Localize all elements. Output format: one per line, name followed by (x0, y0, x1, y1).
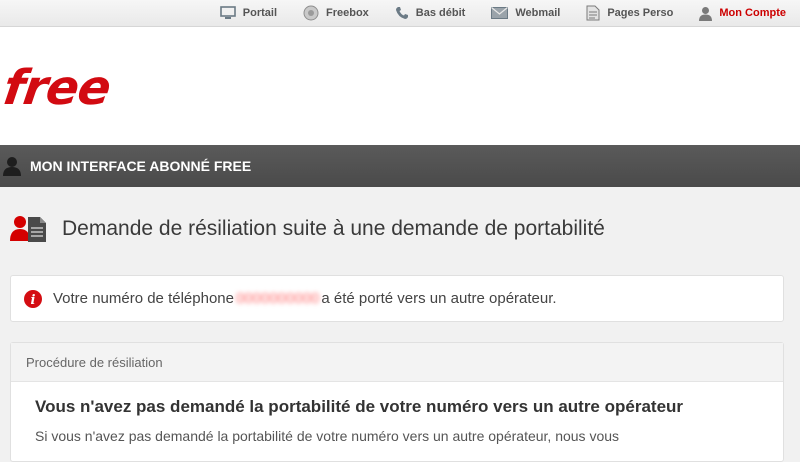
freebox-icon (303, 5, 319, 21)
nav-label-bas-debit: Bas débit (415, 7, 466, 19)
redacted-phone-number: 0000000000 (235, 290, 320, 307)
nav-label-portail: Portail (242, 7, 277, 19)
nav-label-webmail: Webmail (515, 7, 561, 19)
panel-header: Procédure de résiliation (11, 343, 783, 382)
info-icon: i (24, 289, 42, 308)
user-document-icon (10, 216, 46, 242)
pages-icon (586, 5, 600, 21)
user-icon (699, 6, 713, 21)
user-silhouette-icon (3, 157, 21, 176)
nav-item-freebox[interactable]: Freebox (303, 5, 369, 21)
free-logo[interactable]: free (0, 60, 114, 116)
monitor-icon (219, 6, 236, 19)
page-title-row: Demande de résiliation suite à une deman… (10, 214, 605, 244)
subscriber-bar-title: MON INTERFACE ABONNÉ FREE (30, 158, 252, 174)
nav-label-mon-compte: Mon Compte (719, 7, 786, 19)
top-navigation: Portail Freebox Bas débit Webmail Pages … (0, 0, 800, 27)
mail-icon (491, 7, 509, 19)
nav-item-webmail[interactable]: Webmail (491, 7, 560, 19)
nav-item-pages-perso[interactable]: Pages Perso (586, 5, 673, 21)
page-title: Demande de résiliation suite à une deman… (62, 217, 605, 240)
info-alert: i Votre numéro de téléphone 0000000000 a… (10, 275, 784, 322)
panel-heading: Vous n'avez pas demandé la portabilité d… (35, 397, 684, 416)
subscriber-interface-bar: MON INTERFACE ABONNÉ FREE (0, 145, 800, 187)
nav-label-pages-perso: Pages Perso (607, 7, 674, 19)
nav-item-bas-debit[interactable]: Bas débit (395, 6, 466, 20)
phone-icon (395, 7, 408, 19)
nav-label-freebox: Freebox (326, 7, 369, 19)
panel-body-text: Si vous n'avez pas demandé la portabilit… (35, 428, 620, 444)
svg-text:i: i (31, 293, 36, 308)
resiliation-procedure-panel: Procédure de résiliation Vous n'avez pas… (10, 342, 784, 462)
header-logo-area: free (0, 27, 800, 145)
alert-text-after: a été porté vers un autre opérateur. (321, 290, 557, 307)
nav-item-mon-compte[interactable]: Mon Compte (699, 6, 786, 21)
alert-text-before: Votre numéro de téléphone (53, 290, 234, 307)
nav-item-portail[interactable]: Portail (219, 6, 277, 20)
